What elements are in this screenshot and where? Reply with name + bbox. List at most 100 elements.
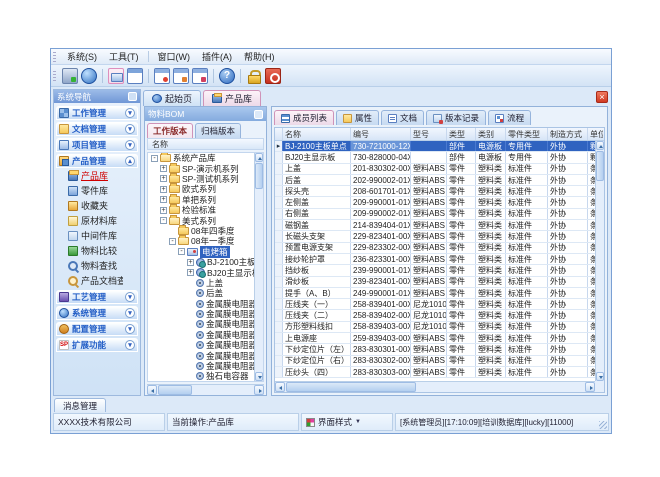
tree-column-header[interactable]: 名称	[147, 138, 264, 150]
tree-toggle[interactable]: +	[160, 207, 167, 214]
detail-tab[interactable]: 成员列表	[274, 110, 334, 125]
window-new-icon[interactable]	[154, 68, 170, 84]
table-row[interactable]: 下纱定位片（右） 283-830302-00X 塑料ABS 零件 塑料类 标准件…	[275, 356, 595, 367]
table-row[interactable]: 上盖 201-830302-00X 塑料ABS 零件 塑料类 标准件 外协 条	[275, 164, 595, 175]
sidebar-entry[interactable]: 项目管理 ▾	[56, 138, 138, 152]
column-header[interactable]: 零件类型	[506, 128, 548, 140]
menu-item[interactable]: 工具(T)	[103, 49, 145, 64]
folder-icon[interactable]	[108, 68, 124, 84]
scroll-down-icon[interactable]	[255, 372, 263, 381]
window-list-icon[interactable]	[192, 68, 208, 84]
sidebar-entry[interactable]: 产品文档查找	[56, 273, 138, 288]
table-row[interactable]: 压纱头（四） 283-830303-00X 塑料ABS 零件 塑料类 标准件 外…	[275, 367, 595, 378]
chevron-icon[interactable]: ▾	[125, 340, 135, 350]
scroll-left-icon[interactable]	[275, 382, 285, 392]
sidebar-entry[interactable]: 零件库	[56, 183, 138, 198]
scroll-thumb[interactable]	[286, 382, 416, 392]
detail-tab[interactable]: 文档	[381, 110, 424, 125]
menu-item[interactable]: 插件(A)	[196, 49, 238, 64]
sidebar-entry[interactable]: 物料比较	[56, 243, 138, 258]
scroll-up-icon[interactable]	[596, 141, 604, 150]
table-horizontal-scrollbar[interactable]	[275, 381, 595, 392]
column-header[interactable]: 制造方式	[548, 128, 588, 140]
table-row[interactable]: 提手（A、B） 249-990001-01X 塑料ABS 零件 塑料类 标准件 …	[275, 288, 595, 299]
menu-item[interactable]: 系统(S)	[61, 49, 103, 64]
lock-icon[interactable]	[246, 68, 262, 84]
table-row[interactable]: 滑纱板 239-823401-00X 塑料ABS 零件 塑料类 标准件 外协 条	[275, 277, 595, 288]
tree-toggle[interactable]: -	[151, 155, 158, 162]
scroll-down-icon[interactable]	[596, 372, 604, 381]
menu-item[interactable]	[148, 51, 149, 62]
tree-toggle[interactable]: +	[160, 165, 167, 172]
menu-item[interactable]: 帮助(H)	[238, 49, 281, 64]
table-vertical-scrollbar[interactable]	[595, 141, 604, 381]
sidebar-entry[interactable]: 原材料库	[56, 213, 138, 228]
bom-version-tab[interactable]: 归档版本	[195, 123, 241, 138]
tree-toggle[interactable]: -	[160, 217, 167, 224]
tree-item[interactable]: 独石电容器	[148, 371, 254, 381]
tree-toggle[interactable]: +	[160, 196, 167, 203]
chevron-icon[interactable]: ▾	[125, 292, 135, 302]
chevron-icon[interactable]: ▾	[125, 124, 135, 134]
table-row[interactable]: BJ20主显示板 730-828000-04X 部件 电源板 专用件 外协 颗	[275, 152, 595, 163]
tree-toggle[interactable]: -	[169, 238, 176, 245]
scroll-thumb[interactable]	[255, 163, 263, 189]
sidebar-entry[interactable]: 系统管理 ▾	[56, 306, 138, 320]
column-header[interactable]: 型号	[411, 128, 447, 140]
sidebar-entry[interactable]: 收藏夹	[56, 198, 138, 213]
chevron-icon[interactable]: ▾	[125, 324, 135, 334]
column-header[interactable]: 名称	[283, 128, 351, 140]
chevron-icon[interactable]: ▾	[125, 140, 135, 150]
sidebar-entry[interactable]: 产品管理 ▴	[56, 154, 138, 168]
toolbar-icon[interactable]	[148, 69, 149, 83]
detail-tab[interactable]: 版本记录	[426, 110, 486, 125]
sidebar-entry[interactable]: 扩展功能 ▾	[56, 338, 138, 352]
help-icon[interactable]	[219, 68, 235, 84]
sidebar-entry[interactable]: 工作管理 ▾	[56, 106, 138, 120]
table-row[interactable]: 长磁头支架 229-823401-00X 塑料ABS 零件 塑料类 标准件 外协…	[275, 231, 595, 242]
tree-item[interactable]: 上盖	[148, 278, 254, 288]
table-row[interactable]: 探头壳 208-601701-01X 塑料ABS 零件 塑料类 标准件 外协 条	[275, 186, 595, 197]
table-row[interactable]: 预置电源支架 229-823302-00X 塑料ABS 零件 塑料类 标准件 外…	[275, 243, 595, 254]
tree-toggle[interactable]: -	[178, 248, 185, 255]
scroll-thumb[interactable]	[158, 385, 192, 395]
table-row[interactable]: 方形塑料线扣 258-839403-00X 尼龙1010 零件 塑料类 标准件 …	[275, 322, 595, 333]
layout-icon[interactable]	[127, 68, 143, 84]
sidebar-entry[interactable]: 中间件库	[56, 228, 138, 243]
chevron-icon[interactable]: ▾	[125, 308, 135, 318]
bom-version-tab[interactable]: 工作版本	[147, 123, 193, 138]
power-icon[interactable]	[265, 68, 281, 84]
table-row[interactable]: 下纱定位片（左） 283-830301-00X 塑料ABS 零件 塑料类 标准件…	[275, 344, 595, 355]
detail-tab[interactable]: 流程	[488, 110, 531, 125]
scroll-left-icon[interactable]	[147, 385, 157, 395]
scroll-right-icon[interactable]	[254, 385, 264, 395]
table-row[interactable]: 上电源座 259-839403-00X 塑料ABS 零件 塑料类 标准件 外协 …	[275, 333, 595, 344]
sidebar-entry[interactable]: 工艺管理 ▾	[56, 290, 138, 304]
scroll-right-icon[interactable]	[585, 382, 595, 392]
table-row[interactable]: 挡纱板 239-990001-01X 塑料ABS 零件 塑料类 标准件 外协 条	[275, 265, 595, 276]
table-row[interactable]: 接纱轮护罩 236-823301-00X 塑料ABS 零件 塑料类 标准件 外协…	[275, 254, 595, 265]
tree-item[interactable]: + BJ20主显示板	[148, 267, 254, 277]
table-row[interactable]: 左侧盖 209-990001-01X 塑料ABS 零件 塑料类 标准件 外协 条	[275, 197, 595, 208]
tree-vertical-scrollbar[interactable]	[254, 153, 263, 381]
sidebar-entry[interactable]: 物料查找	[56, 258, 138, 273]
toolbar-icon[interactable]	[240, 69, 241, 83]
scroll-thumb[interactable]	[596, 151, 604, 181]
scroll-up-icon[interactable]	[255, 153, 263, 162]
panel-options-icon[interactable]	[254, 110, 263, 119]
tree-toggle[interactable]: +	[187, 269, 194, 276]
column-header[interactable]: 类别	[476, 128, 506, 140]
window-close-doc-icon[interactable]	[173, 68, 189, 84]
sidebar-entry[interactable]: 产品库	[56, 168, 138, 183]
tree-toggle[interactable]: +	[187, 259, 194, 266]
globe-icon[interactable]	[81, 68, 97, 84]
document-tab[interactable]: 产品库	[203, 90, 261, 106]
table-row[interactable]: 右侧盖 209-990002-01X 塑料ABS 零件 塑料类 标准件 外协 条	[275, 209, 595, 220]
tree-toggle[interactable]: +	[160, 175, 167, 182]
tree-toggle[interactable]: +	[160, 186, 167, 193]
table-row[interactable]: 压线夹（二） 258-839402-00X 尼龙1010 零件 塑料类 标准件 …	[275, 310, 595, 321]
close-tab-button[interactable]: ×	[596, 91, 608, 103]
sidebar-entry[interactable]: 配置管理 ▾	[56, 322, 138, 336]
column-header[interactable]: 编号	[351, 128, 411, 140]
sidebar-entry[interactable]: 文档管理 ▾	[56, 122, 138, 136]
